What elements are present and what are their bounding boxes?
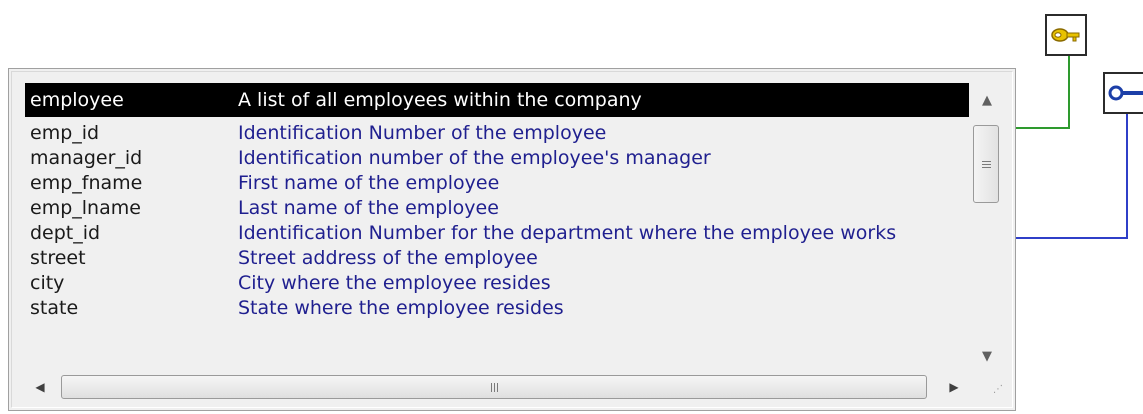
table-description: A list of all employees within the compa…	[238, 89, 642, 111]
column-name: emp_lname	[30, 197, 141, 219]
column-description: Identification Number for the department…	[238, 222, 897, 244]
horizontal-scrollbar[interactable]: ◀ ▶	[25, 371, 969, 403]
column-name: dept_id	[30, 222, 101, 244]
column-description: Street address of the employee	[238, 247, 538, 269]
employee-table-window[interactable]: employee A list of all employees within …	[8, 68, 1016, 411]
list-item[interactable]: state State where the employee resides	[25, 296, 969, 321]
column-list[interactable]: employee A list of all employees within …	[25, 83, 969, 363]
vertical-grip-icon	[981, 160, 991, 168]
table-header-row[interactable]: employee A list of all employees within …	[25, 83, 969, 117]
scroll-right-arrow-icon[interactable]: ▶	[939, 371, 969, 403]
list-item[interactable]: street Street address of the employee	[25, 246, 969, 271]
primary-key-connector	[1016, 56, 1070, 129]
blue-key-icon	[1108, 85, 1143, 101]
primary-key-icon[interactable]	[1045, 14, 1087, 56]
column-name: emp_id	[30, 122, 100, 144]
foreign-key-icon[interactable]	[1103, 72, 1143, 114]
vertical-scrollbar[interactable]: ▲ ▼	[970, 83, 1004, 373]
resize-grip-icon[interactable]: ⋰	[981, 379, 1003, 401]
list-item[interactable]: manager_id Identification number of the …	[25, 146, 969, 171]
column-name: emp_fname	[30, 172, 143, 194]
column-description: Last name of the employee	[238, 197, 499, 219]
column-name: state	[30, 297, 79, 319]
table-name: employee	[30, 89, 124, 111]
list-item[interactable]: emp_id Identification Number of the empl…	[25, 121, 969, 146]
column-description: City where the employee resides	[238, 272, 551, 294]
column-name: street	[30, 247, 86, 269]
horizontal-grip-icon	[490, 382, 498, 392]
foreign-key-connector	[1016, 114, 1128, 239]
column-description: First name of the employee	[238, 172, 500, 194]
diagram-canvas: employee A list of all employees within …	[0, 0, 1143, 414]
vertical-scroll-thumb[interactable]	[973, 125, 999, 203]
column-description: Identification Number of the employee	[238, 122, 607, 144]
column-name: manager_id	[30, 147, 143, 169]
scroll-left-arrow-icon[interactable]: ◀	[25, 371, 55, 403]
horizontal-scroll-thumb[interactable]	[61, 375, 927, 399]
list-item[interactable]: city City where the employee resides	[25, 271, 969, 296]
column-name: city	[30, 272, 65, 294]
gold-key-icon	[1051, 28, 1080, 42]
list-item[interactable]: emp_fname First name of the employee	[25, 171, 969, 196]
scroll-down-arrow-icon[interactable]: ▼	[970, 339, 1004, 373]
list-item[interactable]: dept_id Identification Number for the de…	[25, 221, 969, 246]
list-item[interactable]: emp_lname Last name of the employee	[25, 196, 969, 221]
scroll-up-arrow-icon[interactable]: ▲	[970, 83, 1004, 117]
column-description: State where the employee resides	[238, 297, 564, 319]
column-description: Identification number of the employee's …	[238, 147, 711, 169]
